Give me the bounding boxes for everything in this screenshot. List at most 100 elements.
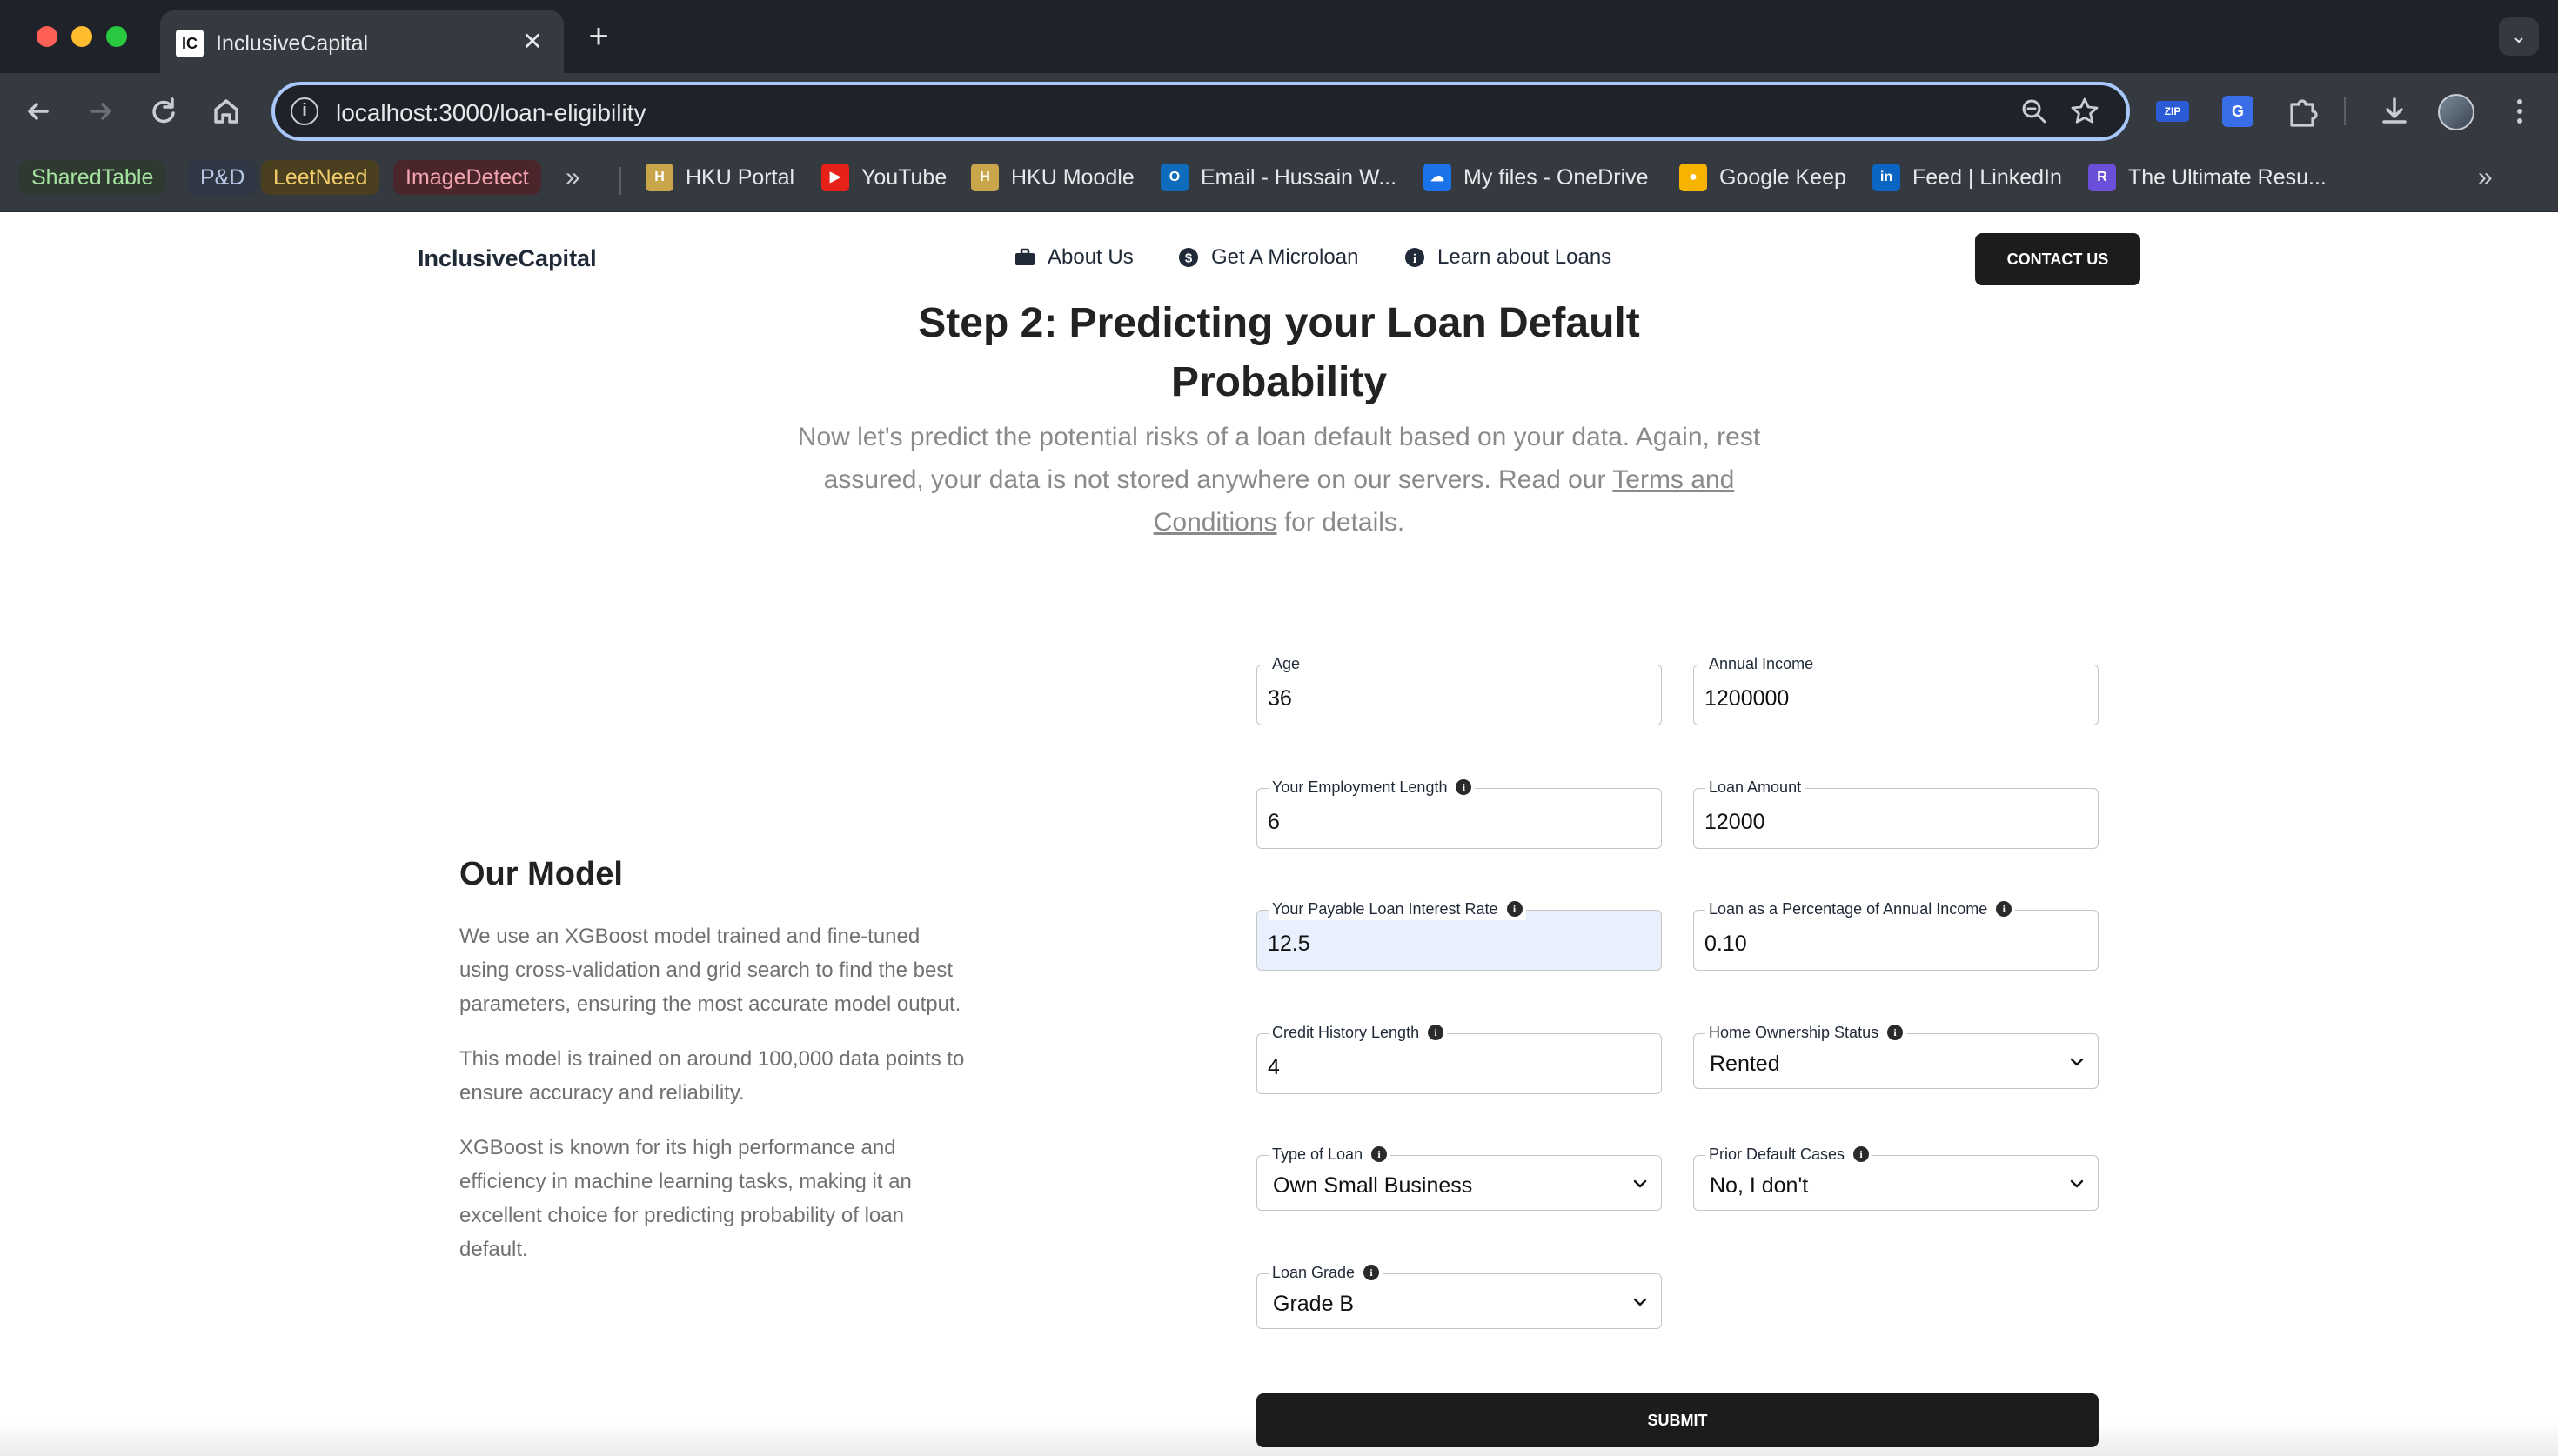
nav-about-us-label: About Us <box>1048 245 1134 269</box>
translate-extension-icon[interactable]: G <box>2222 96 2253 127</box>
web-page: InclusiveCapital About Us $ Get A Microl… <box>0 212 2558 1456</box>
model-info-section: Our Model We use an XGBoost model traine… <box>459 856 981 1287</box>
window-minimize-button[interactable] <box>71 26 92 47</box>
model-paragraph: This model is trained on around 100,000 … <box>459 1047 965 1105</box>
bookmark-onedrive[interactable]: ☁ My files - OneDrive <box>1423 160 1649 195</box>
zoom-magnifier-icon[interactable] <box>2019 96 2050 127</box>
reload-icon[interactable] <box>143 90 184 132</box>
browser-tab-active[interactable]: IC InclusiveCapital ✕ <box>160 10 564 73</box>
profile-avatar[interactable] <box>2438 94 2474 130</box>
bookmark-linkedin[interactable]: in Feed | LinkedIn <box>1872 160 2062 195</box>
prior-default-label: Prior Default Cases i <box>1705 1143 1873 1165</box>
bookmark-label: HKU Moodle <box>1011 165 1135 190</box>
nav-learn-loans-label: Learn about Loans <box>1437 245 1612 269</box>
home-ownership-value: Rented <box>1710 1052 1780 1076</box>
home-ownership-label: Home Ownership Status i <box>1705 1021 1907 1044</box>
bookmark-email[interactable]: O Email - Hussain W... <box>1161 160 1396 195</box>
loan-amount-label-text: Loan Amount <box>1709 778 1802 796</box>
page-subtitle: Now let's predict the potential risks of… <box>774 416 1784 544</box>
loan-amount-label: Loan Amount <box>1705 776 1805 798</box>
bookmark-label: HKU Portal <box>686 165 795 190</box>
tab-title: InclusiveCapital <box>216 31 369 56</box>
nav-about-us[interactable]: About Us <box>1013 245 1134 270</box>
employment-length-label: Your Employment Length i <box>1269 776 1476 798</box>
info-icon[interactable]: i <box>1428 1025 1444 1040</box>
info-icon[interactable]: i <box>1506 901 1523 917</box>
back-arrow-icon[interactable] <box>17 90 59 132</box>
more-bookmarks-chevron-icon[interactable]: » <box>2478 160 2493 195</box>
nav-get-microloan[interactable]: $ Get A Microloan <box>1176 245 1358 270</box>
chevron-down-icon <box>2070 1179 2084 1188</box>
outlook-icon: O <box>1161 164 1189 191</box>
loan-grade-label-text: Loan Grade <box>1272 1263 1356 1281</box>
hku-icon: H <box>646 164 673 191</box>
bookmark-label: YouTube <box>861 165 948 190</box>
bookmark-star-icon[interactable] <box>2069 96 2100 127</box>
bookmarks-chevron-icon[interactable]: » <box>566 160 580 195</box>
info-icon[interactable]: i <box>1996 901 2012 917</box>
bookmark-google-keep[interactable]: ● Google Keep <box>1679 160 1846 195</box>
bookmark-youtube[interactable]: ▶ YouTube <box>821 160 947 195</box>
credit-history-label-text: Credit History Length <box>1272 1023 1420 1041</box>
extensions-puzzle-icon[interactable] <box>2281 90 2323 132</box>
youtube-icon: ▶ <box>821 164 849 191</box>
bookmark-label: Email - Hussain W... <box>1201 165 1397 190</box>
bookmark-ultimate-resume[interactable]: R The Ultimate Resu... <box>2088 160 2327 195</box>
resume-icon: R <box>2088 164 2116 191</box>
tab-search-chevron-icon[interactable]: ⌄ <box>2499 17 2539 56</box>
info-icon[interactable]: i <box>1371 1146 1388 1162</box>
age-input[interactable]: 36 <box>1256 665 1662 725</box>
bookmark-imagedetect[interactable]: ImageDetect <box>393 160 541 195</box>
dollar-coin-icon: $ <box>1179 248 1198 267</box>
briefcase-icon <box>1015 248 1035 265</box>
bookmarks-bar: SharedTable P&D LeetNeed ImageDetect » H… <box>0 150 2558 212</box>
downloads-icon[interactable] <box>2374 90 2415 132</box>
svg-text:$: $ <box>1185 251 1193 266</box>
site-brand[interactable]: InclusiveCapital <box>418 245 597 272</box>
page-bottom-shadow <box>0 1421 2558 1456</box>
bookmark-label: Google Keep <box>1719 165 1846 190</box>
info-icon[interactable]: i <box>1853 1146 1870 1162</box>
bookmark-label: The Ultimate Resu... <box>2128 165 2327 190</box>
bookmark-leetneed[interactable]: LeetNeed <box>261 160 380 195</box>
tab-close-icon[interactable]: ✕ <box>517 26 548 57</box>
loan-grade-value: Grade B <box>1273 1292 1355 1316</box>
loan-type-label: Type of Loan i <box>1269 1143 1391 1165</box>
model-paragraph: XGBoost is known for its high performanc… <box>459 1136 912 1261</box>
keep-icon: ● <box>1679 164 1707 191</box>
info-icon[interactable]: i <box>1363 1265 1380 1280</box>
model-paragraph: We use an XGBoost model trained and fine… <box>459 925 961 1016</box>
model-section-title: Our Model <box>459 856 623 892</box>
subtitle-text-end: for details. <box>1276 508 1405 537</box>
url-text[interactable]: localhost:3000/loan-eligibility <box>336 99 646 127</box>
prior-default-label-text: Prior Default Cases <box>1709 1145 1845 1163</box>
page-title-line2: Probability <box>1170 359 1388 405</box>
new-tab-plus-icon[interactable]: + <box>581 19 616 54</box>
kebab-menu-icon[interactable] <box>2499 90 2541 132</box>
loan-grade-label: Loan Grade i <box>1269 1261 1383 1284</box>
window-maximize-button[interactable] <box>106 26 127 47</box>
bookmark-sharedtable[interactable]: SharedTable <box>19 160 166 195</box>
bookmark-hku-moodle[interactable]: H HKU Moodle <box>971 160 1135 195</box>
info-icon[interactable]: i <box>1456 779 1472 795</box>
window-close-button[interactable] <box>37 26 57 47</box>
svg-text:i: i <box>1413 252 1416 266</box>
forward-arrow-icon[interactable] <box>80 90 122 132</box>
zip-extension-icon[interactable]: ZIP <box>2156 101 2189 122</box>
browser-tab-strip: IC InclusiveCapital ✕ + ⌄ <box>0 0 2558 73</box>
bookmarks-divider <box>619 167 621 195</box>
chevron-down-icon <box>2070 1058 2084 1066</box>
contact-us-button[interactable]: CONTACT US <box>1975 233 2140 285</box>
site-info-icon[interactable]: i <box>291 97 318 125</box>
toolbar-divider <box>2344 97 2346 125</box>
bookmark-pd[interactable]: P&D <box>188 160 258 195</box>
bookmark-hku-portal[interactable]: H HKU Portal <box>646 160 794 195</box>
nav-learn-loans[interactable]: i Learn about Loans <box>1403 245 1611 270</box>
hku-icon: H <box>971 164 999 191</box>
age-label: Age <box>1269 652 1304 675</box>
address-bar[interactable]: i localhost:3000/loan-eligibility <box>271 82 2130 141</box>
home-icon[interactable] <box>205 90 247 132</box>
loan-percentage-label-text: Loan as a Percentage of Annual Income <box>1709 899 1988 918</box>
bookmark-label: Feed | LinkedIn <box>1912 165 2062 190</box>
info-icon[interactable]: i <box>1887 1025 1904 1040</box>
